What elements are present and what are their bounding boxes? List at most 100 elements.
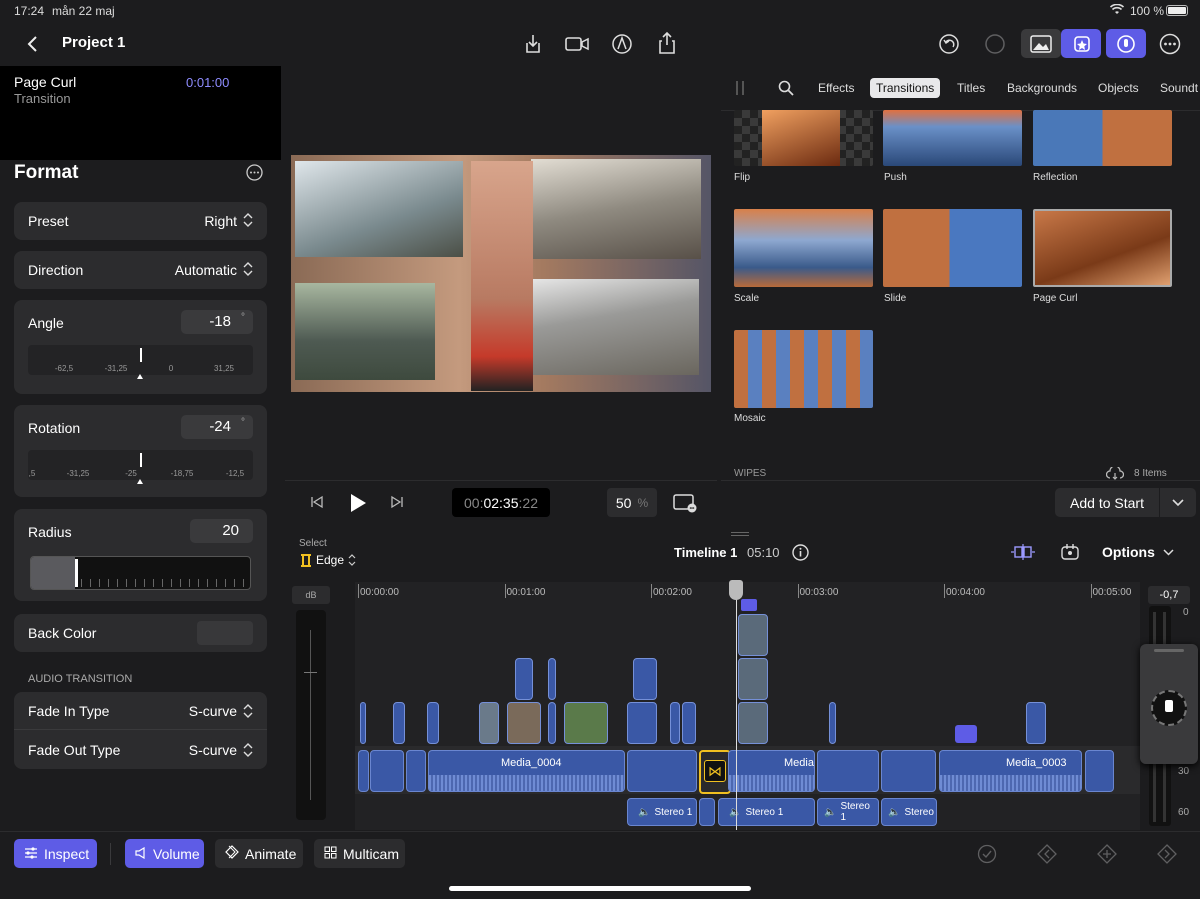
title-clip[interactable] (548, 658, 556, 700)
more-icon[interactable] (1158, 32, 1182, 56)
transition-duration[interactable]: 0:01:00 (186, 75, 229, 90)
connected-clip[interactable] (627, 702, 657, 744)
search-icon[interactable] (776, 78, 796, 98)
undo-icon[interactable] (937, 32, 961, 56)
keyframe-previous-icon[interactable] (1036, 843, 1058, 865)
rotation-input[interactable]: -24 ° (181, 415, 253, 439)
connected-clip[interactable] (829, 702, 836, 744)
preset-row[interactable]: Preset Right (14, 202, 267, 240)
thumb-mosaic[interactable] (734, 330, 873, 408)
connected-clip[interactable] (548, 702, 556, 744)
transition-icon[interactable]: ⋈ (704, 760, 726, 782)
connected-clip[interactable] (738, 614, 768, 656)
voiceover-icon[interactable] (1106, 29, 1146, 58)
timeline-clip[interactable] (627, 750, 697, 792)
snapping-icon[interactable] (1010, 541, 1036, 563)
camera-icon[interactable] (564, 32, 590, 56)
timeline-clip-media-0003[interactable]: Media_0003 (939, 750, 1082, 792)
zoom-control[interactable]: 50% (607, 488, 657, 517)
thumb-push[interactable] (883, 110, 1022, 166)
thumb-flip[interactable] (734, 110, 873, 166)
clip-connect-icon[interactable] (1057, 541, 1083, 563)
add-to-start-button[interactable]: Add to Start (1055, 488, 1159, 517)
left-volume-meter[interactable] (296, 610, 326, 820)
viewer-settings-icon[interactable] (671, 491, 699, 515)
volume-knob-panel[interactable] (1140, 644, 1198, 764)
timeline-clip[interactable] (358, 750, 369, 792)
redo-icon[interactable] (983, 32, 1007, 56)
thumb-reflection[interactable] (1033, 110, 1172, 166)
tab-titles[interactable]: Titles (951, 78, 991, 98)
thumb-scale[interactable] (734, 209, 873, 287)
timeline-clip[interactable] (370, 750, 404, 792)
title-marker[interactable] (741, 599, 757, 611)
thumb-slide[interactable] (883, 209, 1022, 287)
options-menu[interactable]: Options (1102, 544, 1174, 560)
timecode-display[interactable]: 00: 02:35:22 (452, 488, 550, 517)
audio-clip[interactable] (699, 798, 715, 826)
audio-clip[interactable]: 🔈 Stereo (881, 798, 937, 826)
add-options-chevron-icon[interactable] (1160, 488, 1196, 517)
cloud-download-icon[interactable] (1106, 466, 1124, 480)
edge-tool-selector[interactable]: Edge (316, 553, 356, 567)
radius-input[interactable]: 20 (190, 519, 253, 543)
tab-objects[interactable]: Objects (1092, 78, 1145, 98)
connected-clip[interactable] (393, 702, 405, 744)
angle-ruler[interactable]: -62,5 -31,25 0 31,25 (28, 345, 253, 375)
connected-clip[interactable] (738, 658, 768, 700)
resize-handle-icon[interactable] (731, 532, 749, 536)
play-icon[interactable] (347, 491, 369, 515)
download-icon[interactable] (521, 32, 545, 56)
timeline-clip[interactable] (881, 750, 936, 792)
volume-knob-icon[interactable] (1151, 690, 1187, 726)
drag-handle-icon[interactable] (736, 81, 744, 95)
angle-input[interactable]: -18 ° (181, 310, 253, 334)
timeline-clip[interactable] (1085, 750, 1114, 792)
thumb-page-curl[interactable] (1033, 209, 1172, 287)
playhead-handle[interactable] (729, 580, 743, 600)
timeline-clip-media[interactable]: Media_ (728, 750, 815, 792)
audio-clip[interactable]: 🔈Stereo 1 (627, 798, 697, 826)
title-clip[interactable] (633, 658, 657, 700)
pen-icon[interactable] (610, 32, 634, 56)
connected-clip[interactable] (682, 702, 696, 744)
tab-effects[interactable]: Effects (812, 78, 860, 98)
title-marker[interactable] (955, 725, 977, 743)
radius-slider-handle[interactable] (75, 559, 78, 587)
tab-soundt[interactable]: Soundt (1154, 78, 1200, 98)
photos-icon[interactable] (1021, 29, 1061, 58)
direction-row[interactable]: Direction Automatic (14, 251, 267, 289)
viewer-video-frame[interactable] (291, 155, 711, 392)
keyframe-add-icon[interactable] (1096, 843, 1118, 865)
effects-browser-icon[interactable] (1061, 29, 1101, 58)
back-color-swatch[interactable] (197, 621, 253, 645)
connected-clip[interactable] (360, 702, 366, 744)
timeline-clip[interactable] (406, 750, 426, 792)
checkmark-icon[interactable] (976, 843, 998, 865)
connected-clip[interactable] (479, 702, 499, 744)
keyframe-next-icon[interactable] (1156, 843, 1178, 865)
volume-button[interactable]: Volume (125, 839, 204, 868)
fade-out-row[interactable]: Fade Out Type S-curve (14, 730, 267, 769)
connected-clip[interactable] (507, 702, 541, 744)
share-icon[interactable] (655, 30, 679, 56)
rotation-ruler[interactable]: ,5 -31,25 -25 -18,75 -12,5 (28, 450, 253, 480)
format-more-icon[interactable] (245, 163, 263, 181)
timeline-clip-media-0004[interactable]: Media_0004 (428, 750, 625, 792)
animate-button[interactable]: Animate (215, 839, 303, 868)
radius-slider[interactable] (30, 556, 251, 590)
next-icon[interactable] (389, 493, 405, 511)
timeline-clip[interactable] (817, 750, 879, 792)
info-icon[interactable] (791, 543, 809, 561)
connected-clip[interactable] (670, 702, 680, 744)
connected-clip[interactable] (1026, 702, 1046, 744)
connected-clip[interactable] (738, 702, 768, 744)
back-icon[interactable] (22, 32, 42, 56)
connected-clip[interactable] (427, 702, 439, 744)
inspect-button[interactable]: Inspect (14, 839, 97, 868)
back-color-row[interactable]: Back Color (14, 614, 267, 652)
tab-transitions[interactable]: Transitions (870, 78, 941, 98)
multicam-button[interactable]: Multicam (314, 839, 405, 868)
tab-backgrounds[interactable]: Backgrounds (1001, 78, 1083, 98)
connected-clip[interactable] (564, 702, 608, 744)
